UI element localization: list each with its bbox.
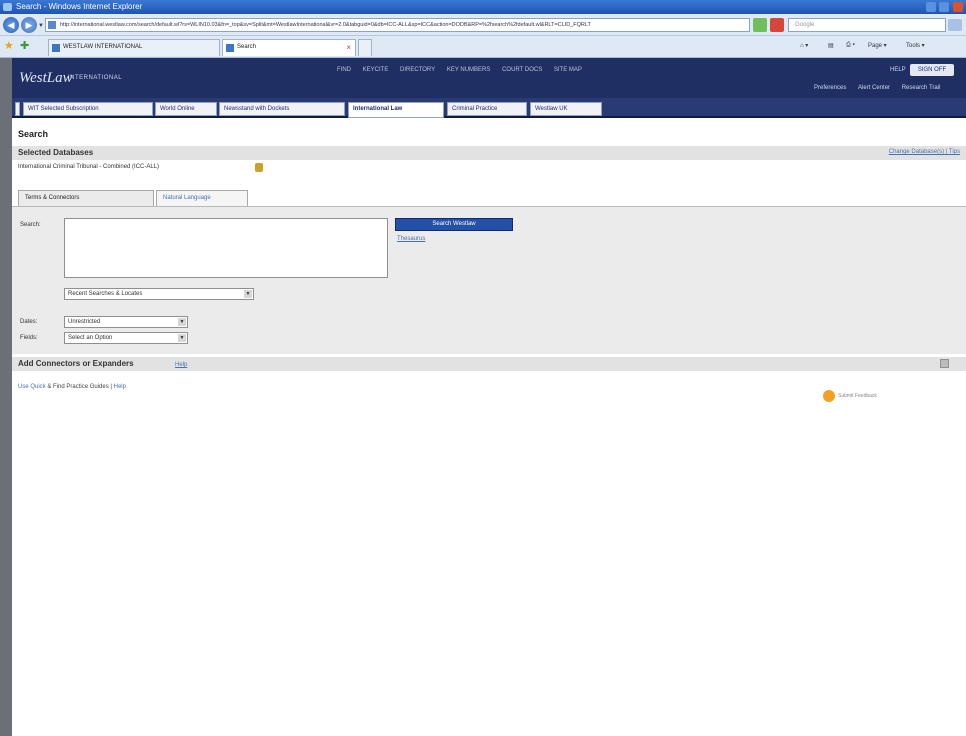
utility-links: Preferences Alert Center Research Trail — [804, 85, 940, 91]
nav-find[interactable]: FIND — [337, 67, 351, 73]
lock-icon — [255, 163, 263, 172]
chevron-down-icon: ▼ — [244, 290, 252, 298]
add-favorite-icon[interactable]: ✚ — [20, 41, 29, 52]
url-text: http://international.westlaw.com/search/… — [60, 22, 591, 28]
tab-menu-icon[interactable] — [15, 102, 20, 116]
nav-directory[interactable]: DIRECTORY — [400, 67, 435, 73]
dates-label: Dates: — [20, 319, 38, 325]
nav-key-numbers[interactable]: KEY NUMBERS — [447, 67, 491, 73]
print-icon[interactable]: ⎙ ▾ — [846, 42, 855, 49]
add-connectors-title: Add Connectors or Expanders — [18, 359, 134, 368]
top-nav: FIND KEYCITE DIRECTORY KEY NUMBERS COURT… — [337, 67, 592, 73]
address-input[interactable]: http://international.westlaw.com/search/… — [45, 18, 750, 32]
research-trail-link[interactable]: Research Trail — [902, 85, 941, 91]
maximize-icon[interactable] — [939, 2, 949, 12]
tab-world-online[interactable]: World Online — [155, 102, 217, 116]
dates-select[interactable]: Unrestricted ▼ — [64, 316, 188, 328]
new-tab-button[interactable] — [358, 39, 372, 56]
feedback-icon[interactable] — [823, 390, 835, 402]
close-icon[interactable] — [953, 2, 963, 12]
tab-criminal-practice[interactable]: Criminal Practice — [447, 102, 527, 116]
use-quick-link[interactable]: Use Quick — [18, 384, 46, 390]
recent-searches-value: Recent Searches & Locates — [68, 291, 143, 297]
thesaurus-link[interactable]: Thesaurus — [397, 236, 425, 242]
nav-court-docs[interactable]: COURT DOCS — [502, 67, 542, 73]
minimize-icon[interactable] — [926, 2, 936, 12]
stop-icon[interactable] — [770, 18, 784, 32]
address-bar-row: ◀ ▶ ▼ http://international.westlaw.com/s… — [0, 14, 966, 36]
dates-value: Unrestricted — [68, 319, 101, 325]
tab-newsstand[interactable]: Newsstand with Dockets — [219, 102, 345, 116]
tab-terms-connectors[interactable]: Terms & Connectors — [18, 190, 154, 207]
page-title: Search — [18, 129, 49, 139]
search-textarea[interactable] — [64, 218, 388, 278]
add-connectors-help-link[interactable]: Help — [175, 362, 187, 368]
page-content: WestLaw INTERNATIONAL FIND KEYCITE DIREC… — [12, 58, 966, 736]
history-dropdown-icon[interactable]: ▼ — [38, 23, 44, 29]
help-link[interactable]: HELP — [890, 67, 906, 73]
alert-center-link[interactable]: Alert Center — [858, 85, 890, 91]
feeds-icon[interactable]: ▤ — [828, 42, 834, 49]
nav-site-map[interactable]: SITE MAP — [554, 67, 582, 73]
database-name: International Criminal Tribunal - Combin… — [18, 164, 160, 170]
tab-westlaw-uk[interactable]: Westlaw UK — [530, 102, 602, 116]
add-connectors-bar: Add Connectors or Expanders — [12, 357, 966, 371]
feedback-link[interactable]: Submit Feedback — [838, 393, 877, 399]
footer-text: & Find Practice Guides — [47, 384, 109, 390]
refresh-icon[interactable] — [753, 18, 767, 32]
recent-searches-select[interactable]: Recent Searches & Locates ▼ — [64, 288, 254, 300]
forward-arrow-icon[interactable]: ▶ — [21, 17, 37, 33]
tab-close-icon[interactable]: × — [346, 40, 351, 55]
favorites-star-icon[interactable]: ★ — [4, 41, 14, 52]
browser-tab-search[interactable]: Search × — [222, 39, 356, 56]
tab-international-law[interactable]: International Law — [348, 102, 444, 118]
tab-label: WESTLAW INTERNATIONAL — [63, 44, 143, 50]
chevron-down-icon: ▼ — [178, 318, 186, 326]
page-menu[interactable]: Page ▾ — [868, 42, 887, 49]
search-westlaw-button[interactable]: Search Westlaw — [395, 218, 513, 231]
change-database-link[interactable]: Change Database(s) | Tips — [889, 149, 960, 155]
ie-icon — [3, 3, 12, 11]
page-icon — [48, 21, 56, 29]
tools-menu[interactable]: Tools ▾ — [906, 42, 925, 49]
fields-value: Select an Option — [68, 335, 113, 341]
browser-search-input[interactable]: Google — [788, 18, 946, 32]
tab-page-icon — [52, 44, 60, 52]
chevron-down-icon: ▼ — [178, 334, 186, 342]
tab-label: Search — [237, 44, 257, 50]
westlaw-logo-subtitle: INTERNATIONAL — [68, 75, 123, 81]
site-header: WestLaw INTERNATIONAL FIND KEYCITE DIREC… — [12, 58, 966, 98]
fields-label: Fields: — [20, 335, 38, 341]
westlaw-logo[interactable]: WestLaw — [19, 70, 73, 87]
window-title-bar: Search - Windows Internet Explorer — [0, 0, 966, 14]
expand-icon[interactable] — [940, 359, 949, 368]
back-arrow-icon[interactable]: ◀ — [3, 17, 19, 33]
footer-note: Use Quick & Find Practice Guides | Help — [18, 384, 126, 390]
tab-page-icon — [226, 44, 234, 52]
sign-off-button[interactable]: SIGN OFF — [910, 64, 954, 76]
window-title: Search - Windows Internet Explorer — [16, 2, 143, 11]
selected-databases-bar: Selected Databases Change Database(s) | … — [12, 146, 966, 160]
tab-wit-selected[interactable]: WIT Selected Subscription — [23, 102, 153, 116]
nav-keycite[interactable]: KEYCITE — [363, 67, 389, 73]
preferences-link[interactable]: Preferences — [814, 85, 846, 91]
home-icon[interactable]: ⌂ ▾ — [800, 42, 808, 49]
browser-search-placeholder: Google — [795, 22, 815, 28]
search-label: Search: — [20, 222, 41, 228]
westlaw-tabstrip: WIT Selected Subscription World Online N… — [12, 98, 966, 118]
fields-select[interactable]: Select an Option ▼ — [64, 332, 188, 344]
selected-databases-title: Selected Databases — [18, 148, 94, 157]
browser-tab-westlaw[interactable]: WESTLAW INTERNATIONAL — [48, 39, 220, 56]
browser-tab-row: ★ ✚ WESTLAW INTERNATIONAL Search × ⌂ ▾ ▤… — [0, 36, 966, 58]
search-icon[interactable] — [948, 19, 962, 31]
footer-help-link[interactable]: Help — [114, 384, 126, 390]
tab-natural-language[interactable]: Natural Language — [156, 190, 248, 207]
